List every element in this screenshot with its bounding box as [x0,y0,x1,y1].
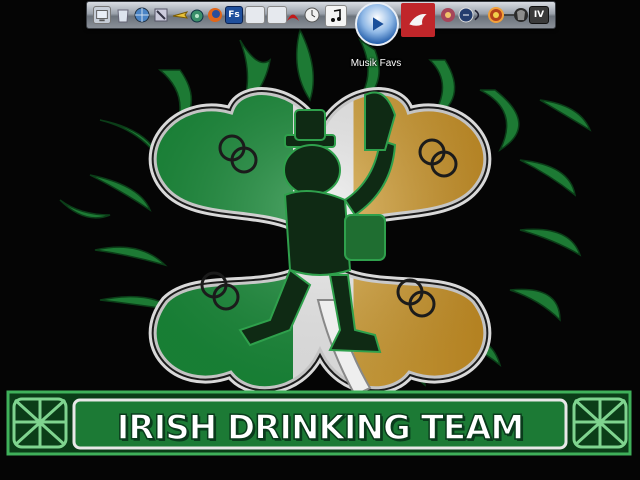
firefox-icon[interactable] [206,6,224,24]
banner-title: IRISH DRINKING TEAM [116,407,525,449]
itunes-icon[interactable] [325,5,347,27]
cd-icon[interactable] [471,6,485,24]
recycle-bin-icon[interactable] [114,6,132,24]
numeral-label: IV [533,10,545,20]
gamer-icon[interactable] [512,6,530,24]
dock-bar: Fs IV [86,1,556,46]
media-player-icon[interactable] [355,2,399,46]
tools-icon[interactable] [152,6,170,24]
dock-hover-label: Musik Favs [350,58,402,69]
desktop-icon[interactable] [93,6,111,24]
network-icon[interactable] [133,6,151,24]
photo-icon[interactable] [439,6,457,24]
pdf-icon[interactable] [284,6,302,24]
window-icon[interactable] [245,6,265,24]
sun-icon[interactable] [487,6,505,24]
bird-icon[interactable] [401,3,435,37]
airplane-icon[interactable] [171,6,189,24]
clock-icon[interactable] [303,6,321,24]
fs-icon[interactable]: Fs [225,6,243,24]
celtic-knot-right [572,397,628,449]
celtic-knot-left [12,397,68,449]
shell-icon[interactable] [188,6,206,24]
roman-numeral-icon[interactable]: IV [529,6,549,24]
fs-label: Fs [228,10,240,20]
